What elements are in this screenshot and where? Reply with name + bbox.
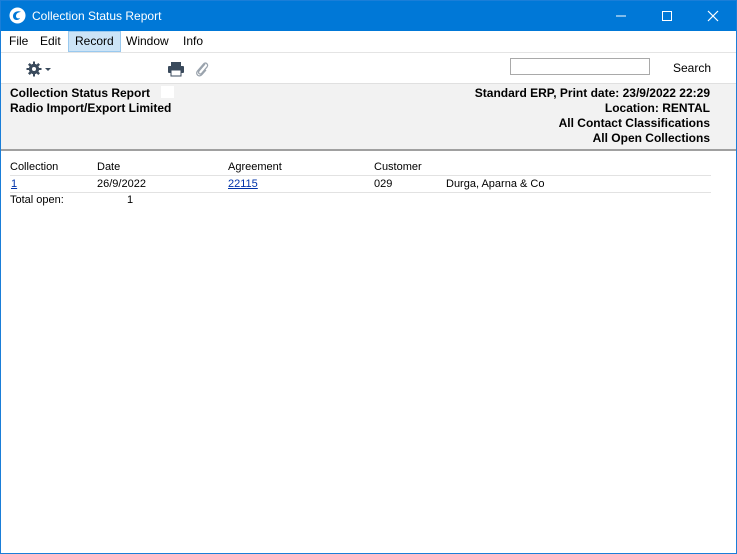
menu-window[interactable]: Window [120, 31, 175, 52]
close-icon [707, 10, 719, 22]
search-input[interactable] [510, 58, 650, 75]
column-header-agreement: Agreement [228, 161, 282, 173]
report-window: Collection Status Report File Edit Recor… [0, 0, 737, 554]
report-title: Collection Status Report [10, 86, 151, 100]
location-line: Location: RENTAL [604, 101, 710, 115]
search-button[interactable]: Search [673, 61, 711, 75]
company-name: Radio Import/Export Limited [10, 101, 172, 115]
gear-icon[interactable] [25, 60, 53, 78]
total-open-value: 1 [127, 194, 134, 206]
customer-name: Durga, Aparna & Co [446, 178, 545, 190]
column-header-collection: Collection [10, 161, 59, 173]
column-header-customer: Customer [374, 161, 422, 173]
total-open-label: Total open: [10, 194, 64, 206]
app-logo-icon [9, 7, 26, 24]
window-title: Collection Status Report [32, 9, 162, 23]
classification-line: All Contact Classifications [558, 116, 710, 130]
minimize-button[interactable] [598, 1, 644, 31]
menu-info[interactable]: Info [177, 31, 209, 52]
collections-filter-line: All Open Collections [592, 131, 710, 145]
attachment-icon[interactable] [194, 60, 210, 78]
title-bar[interactable]: Collection Status Report [1, 1, 736, 31]
print-icon[interactable] [167, 61, 185, 77]
collection-number-link[interactable]: 1 [11, 178, 17, 190]
maximize-button[interactable] [644, 1, 690, 31]
agreement-number-link[interactable]: 22115 [228, 178, 258, 190]
menu-file[interactable]: File [3, 31, 34, 52]
header-divider [1, 149, 736, 151]
close-button[interactable] [690, 1, 736, 31]
menu-edit[interactable]: Edit [34, 31, 67, 52]
header-blank-field [161, 86, 174, 98]
maximize-icon [662, 11, 672, 21]
toolbar: Search [1, 52, 736, 84]
menu-record[interactable]: Record [68, 31, 121, 52]
row-divider [10, 192, 711, 193]
report-header: Collection Status Report Radio Import/Ex… [1, 83, 736, 150]
minimize-icon [616, 15, 626, 17]
column-header-date: Date [97, 161, 121, 173]
row-divider [10, 175, 711, 176]
print-date-line: Standard ERP, Print date: 23/9/2022 22:2… [474, 86, 710, 100]
collection-date: 26/9/2022 [97, 178, 146, 190]
menu-bar: File Edit Record Window Info [1, 31, 736, 52]
customer-code: 029 [374, 178, 393, 190]
